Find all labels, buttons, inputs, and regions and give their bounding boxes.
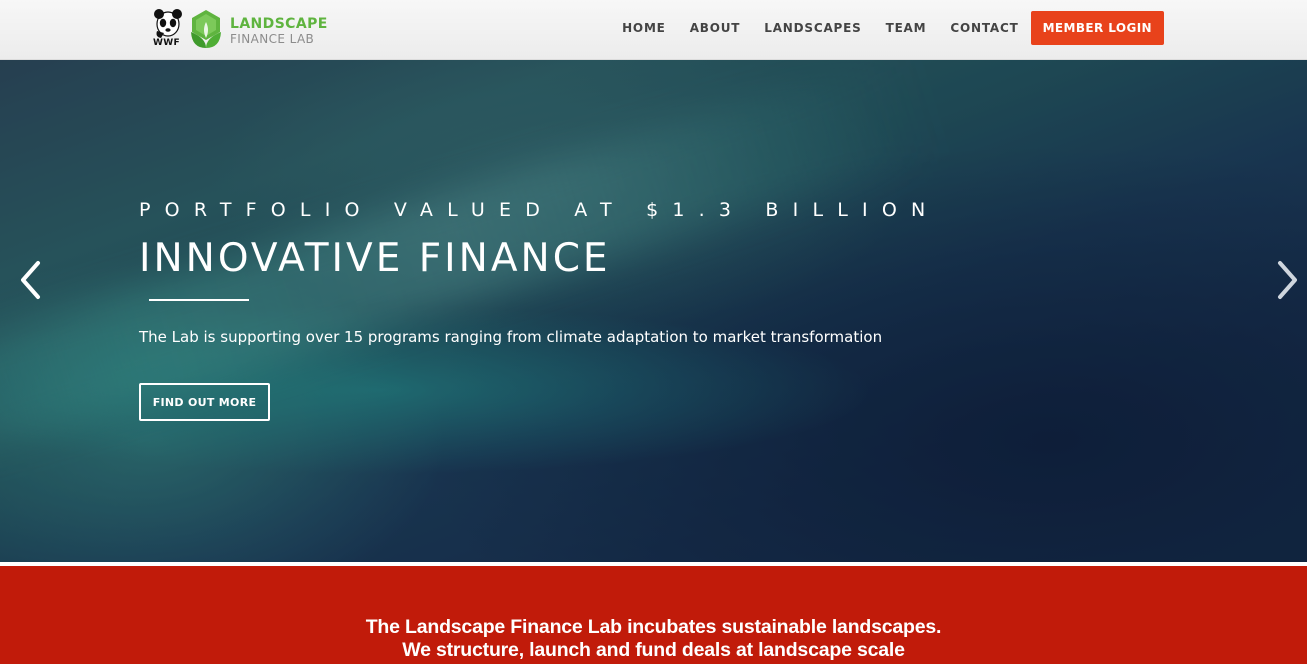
nav-about[interactable]: ABOUT — [690, 21, 741, 35]
intro-tagline: The Landscape Finance Lab incubates sust… — [0, 616, 1307, 662]
landscape-leaf-icon — [188, 8, 224, 50]
brand-subname: FINANCE LAB — [230, 32, 315, 46]
hero-divider-rule — [149, 299, 249, 301]
nav-contact[interactable]: CONTACT — [950, 21, 1018, 35]
hero-title: INNOVATIVE FINANCE — [139, 236, 611, 281]
brand-name: LANDSCAPE — [230, 16, 328, 32]
site-logo[interactable]: WWF LANDSCAPE FINANCE LAB — [152, 7, 332, 51]
member-login-button[interactable]: MEMBER LOGIN — [1030, 11, 1164, 45]
find-out-more-button[interactable]: FIND OUT MORE — [139, 383, 270, 421]
wwf-wordmark: WWF — [153, 38, 180, 48]
hero-kicker: PORTFOLIO VALUED AT $1.3 BILLION — [139, 199, 940, 221]
chevron-left-icon — [21, 261, 40, 299]
navbar: WWF LANDSCAPE FINANCE LAB HOME ABOUT LAN… — [0, 0, 1307, 60]
intro-section: The Landscape Finance Lab incubates sust… — [0, 566, 1307, 664]
nav-landscapes[interactable]: LANDSCAPES — [764, 21, 861, 35]
intro-line-1: The Landscape Finance Lab incubates sust… — [365, 616, 942, 638]
main-nav: HOME ABOUT LANDSCAPES TEAM CONTACT MEMBE… — [622, 11, 1164, 45]
hero-description: The Lab is supporting over 15 programs r… — [139, 328, 883, 346]
carousel-prev-button[interactable] — [16, 260, 46, 300]
intro-line-2: We structure, launch and fund deals at l… — [402, 639, 905, 661]
nav-team[interactable]: TEAM — [886, 21, 927, 35]
nav-home[interactable]: HOME — [622, 21, 666, 35]
chevron-right-icon — [1278, 261, 1297, 299]
carousel-next-button[interactable] — [1272, 260, 1302, 300]
hero-content: PORTFOLIO VALUED AT $1.3 BILLION INNOVAT… — [139, 198, 1139, 421]
hero-carousel: PORTFOLIO VALUED AT $1.3 BILLION INNOVAT… — [0, 60, 1307, 562]
